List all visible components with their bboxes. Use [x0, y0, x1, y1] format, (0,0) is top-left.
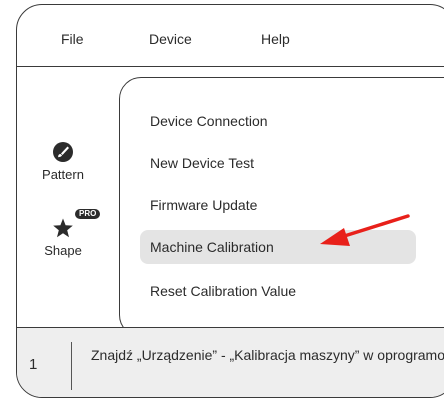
- step-divider: [71, 342, 72, 390]
- device-dropdown-menu: Device Connection New Device Test Firmwa…: [119, 77, 444, 337]
- menu-item-firmware-update[interactable]: Firmware Update: [140, 188, 257, 222]
- app-window: File Device Help Pattern PRO Shape Devic…: [16, 4, 444, 398]
- menu-item-new-device-test[interactable]: New Device Test: [140, 146, 254, 180]
- tool-pattern[interactable]: Pattern: [23, 141, 103, 182]
- brush-icon: [53, 142, 73, 162]
- tool-pattern-label: Pattern: [42, 167, 84, 182]
- menu-item-machine-calibration[interactable]: Machine Calibration: [140, 230, 416, 264]
- star-icon: [53, 218, 73, 238]
- menu-file[interactable]: File: [61, 31, 84, 47]
- menu-help[interactable]: Help: [261, 31, 290, 47]
- menu-bar: File Device Help: [17, 5, 444, 67]
- instruction-caption: 1 Znajdź „Urządzenie” - „Kalibracja masz…: [17, 327, 444, 397]
- tool-shape[interactable]: PRO Shape: [23, 209, 103, 258]
- step-text: Znajdź „Urządzenie” - „Kalibracja maszyn…: [91, 347, 444, 363]
- step-number: 1: [29, 356, 38, 373]
- menu-device[interactable]: Device: [149, 31, 192, 47]
- pro-badge: PRO: [75, 209, 101, 219]
- menu-item-reset-calibration-value[interactable]: Reset Calibration Value: [140, 274, 296, 308]
- menu-item-device-connection[interactable]: Device Connection: [140, 104, 268, 138]
- tool-shape-label: Shape: [44, 243, 82, 258]
